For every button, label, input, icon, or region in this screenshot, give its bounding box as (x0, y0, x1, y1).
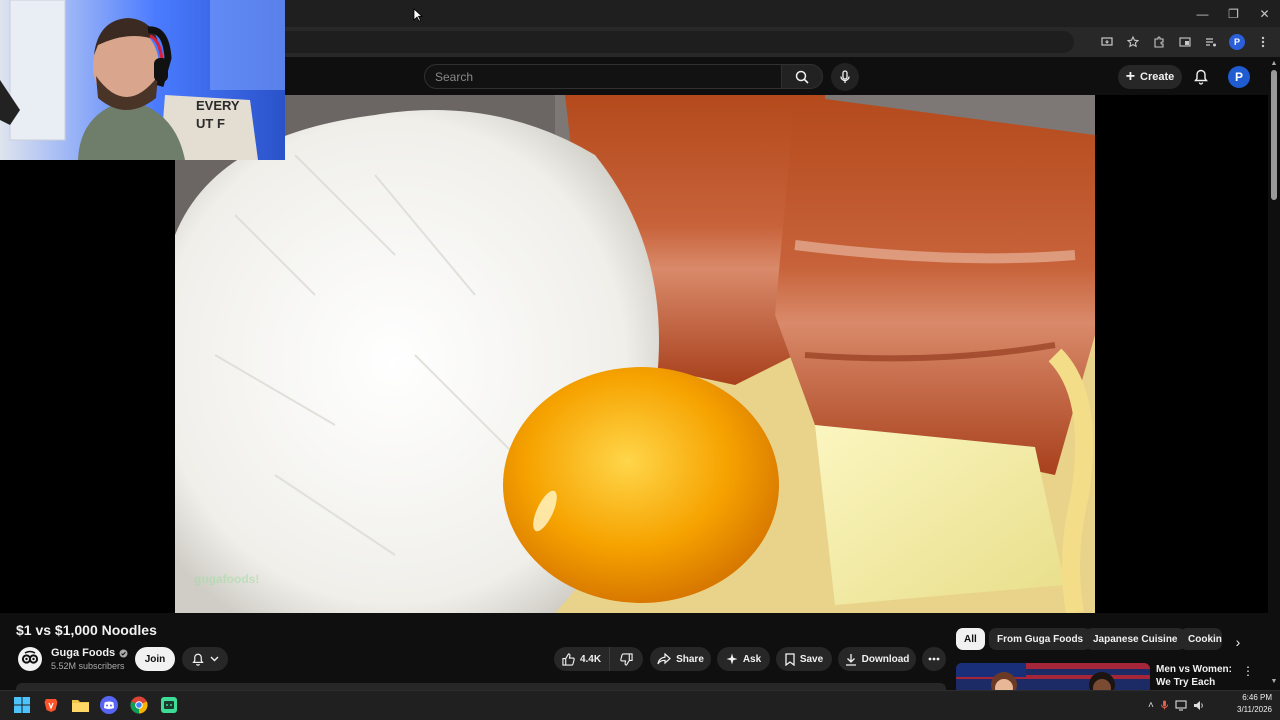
browser-menu-icon[interactable] (1252, 31, 1274, 53)
scroll-down-arrow[interactable]: ▼ (1270, 678, 1278, 686)
share-arrow-icon (657, 653, 671, 665)
save-button[interactable]: Save (776, 647, 832, 671)
profile-badge: P (1229, 34, 1245, 50)
toolbar-icons: P (1096, 31, 1274, 53)
scroll-up-arrow[interactable]: ▲ (1270, 60, 1278, 68)
description-box[interactable] (16, 683, 946, 690)
chip-from-guga-foods[interactable]: From Guga Foods (989, 628, 1092, 650)
network-icon[interactable] (1175, 699, 1187, 711)
channel-name[interactable]: Guga Foods (51, 647, 128, 659)
noodle-dish-image (175, 95, 1095, 613)
notifications-button[interactable] (1189, 65, 1213, 89)
extensions-icon[interactable] (1148, 31, 1170, 53)
system-tray: ˄ (1148, 693, 1205, 717)
taskbar-file-explorer[interactable] (68, 693, 92, 717)
share-button[interactable]: Share (650, 647, 711, 671)
bell-icon (1194, 69, 1208, 85)
subscriber-count: 5.52M subscribers (51, 661, 125, 671)
like-count: 4.4K (579, 653, 602, 665)
create-label: Create (1140, 71, 1175, 83)
svg-text:UT F: UT F (196, 116, 225, 131)
close-window-button[interactable]: ✕ (1249, 0, 1280, 27)
recommended-thumbnail-image (956, 663, 1150, 690)
scrollbar-thumb[interactable] (1271, 70, 1277, 200)
recommended-video-thumbnail[interactable] (956, 663, 1150, 690)
windows-taskbar (0, 690, 1280, 720)
app-window-icon (161, 697, 177, 713)
browser-profile-icon[interactable]: P (1226, 31, 1248, 53)
volume-icon[interactable] (1193, 700, 1205, 711)
subscription-notifications-button[interactable] (182, 647, 228, 671)
download-button[interactable]: Download (838, 647, 916, 671)
download-label: Download (861, 653, 910, 665)
taskbar-discord[interactable] (97, 693, 121, 717)
media-controls-icon[interactable] (1200, 31, 1222, 53)
account-avatar[interactable]: P (1228, 66, 1250, 88)
bell-icon (191, 653, 204, 666)
chip-all[interactable]: All (956, 628, 985, 650)
taskbar-clock[interactable]: 6:46 PM 3/11/2026 (1222, 692, 1272, 716)
ask-button[interactable]: Ask (717, 647, 770, 671)
minimize-button[interactable]: — (1187, 0, 1218, 27)
bookmark-star-icon[interactable] (1122, 31, 1144, 53)
save-label: Save (799, 653, 824, 665)
dislike-button[interactable] (609, 647, 643, 671)
search-box[interactable] (424, 64, 782, 89)
search-input[interactable] (435, 69, 781, 84)
windows-logo-icon (14, 697, 30, 713)
channel-watermark: gugafoods! (194, 572, 260, 586)
voice-search-button[interactable] (831, 63, 859, 91)
chrome-icon (130, 696, 148, 714)
more-actions-button[interactable] (922, 647, 946, 671)
folder-icon (71, 700, 89, 712)
plus-icon: + (1125, 68, 1136, 85)
thumbs-down-icon (620, 652, 633, 666)
microphone-icon (840, 70, 850, 83)
more-horizontal-icon (928, 657, 940, 661)
ask-label: Ask (742, 653, 762, 665)
video-title: $1 vs $1,000 Noodles (16, 622, 157, 638)
thumbs-up-icon (562, 652, 575, 666)
chevron-up-icon[interactable]: ˄ (1148, 700, 1154, 711)
video-frame[interactable] (175, 95, 1095, 613)
streamer-person-image: EVERY UT F (0, 0, 285, 160)
clock-time: 6:46 PM (1242, 693, 1272, 702)
bookmark-icon (785, 652, 795, 666)
chevron-right-icon[interactable]: › (1226, 631, 1250, 653)
microphone-tray-icon[interactable] (1160, 699, 1169, 711)
search-button[interactable] (781, 64, 823, 89)
svg-text:EVERY: EVERY (196, 98, 240, 113)
chip-cooking[interactable]: Cooking (1180, 628, 1222, 650)
share-label: Share (676, 653, 704, 665)
taskbar-app[interactable] (157, 693, 181, 717)
search-icon (795, 70, 809, 84)
verified-check-icon (119, 649, 128, 657)
taskbar-chrome[interactable] (127, 693, 151, 717)
guga-foods-logo (21, 650, 39, 668)
install-app-icon[interactable] (1096, 31, 1118, 53)
channel-name-label: Guga Foods (51, 647, 116, 659)
like-button[interactable]: 4.4K (554, 647, 609, 671)
restore-button[interactable]: ❐ (1218, 0, 1249, 27)
window-controls: — ❐ ✕ (1187, 0, 1280, 27)
streamer-webcam: EVERY UT F (0, 0, 285, 160)
join-button[interactable]: Join (135, 647, 175, 671)
start-button[interactable] (10, 693, 34, 717)
sparkle-icon (726, 653, 738, 665)
chevron-down-icon (210, 656, 218, 662)
download-icon (845, 653, 856, 666)
create-button[interactable]: + Create (1118, 65, 1182, 89)
split-view-icon[interactable] (1174, 31, 1196, 53)
more-vertical-icon[interactable]: ⋮ (1242, 664, 1254, 678)
brave-lion-icon (44, 699, 58, 712)
taskbar-brave[interactable] (39, 693, 63, 717)
discord-icon (100, 696, 118, 714)
mouse-cursor-icon (413, 8, 423, 22)
chip-japanese-cuisine[interactable]: Japanese Cuisine (1085, 628, 1186, 650)
clock-date: 3/11/2026 (1237, 705, 1272, 714)
channel-avatar[interactable] (18, 647, 42, 671)
